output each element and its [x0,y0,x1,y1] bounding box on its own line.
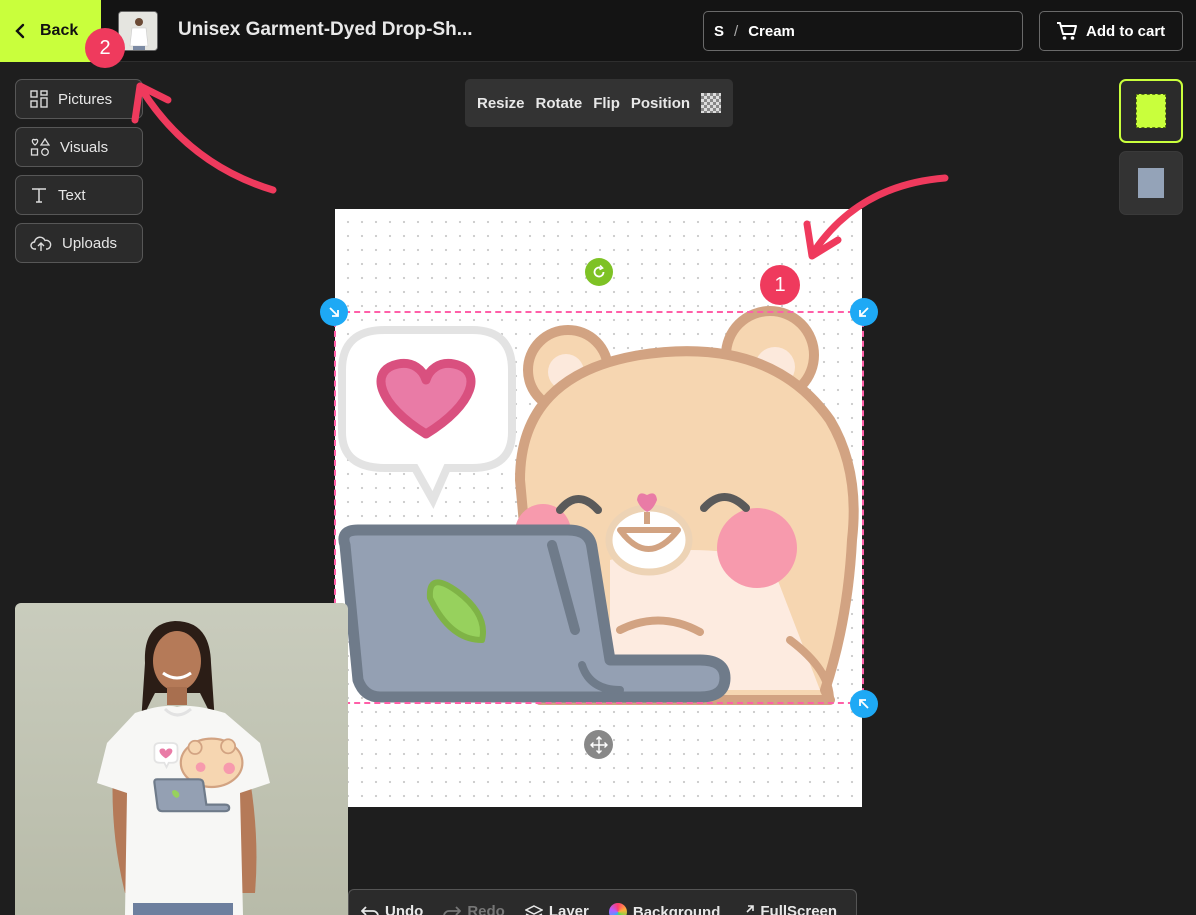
resize-handle-bottom-right[interactable] [850,690,878,718]
tool-text-label: Text [58,186,86,204]
tool-visuals-label: Visuals [60,138,109,156]
arrow-down-left-icon [859,307,869,317]
tool-visuals-button[interactable]: Visuals [15,127,143,167]
tool-uploads-button[interactable]: Uploads [15,223,143,263]
tshirt-mockup-preview[interactable] [15,603,348,915]
variant-selector[interactable]: S / Cream [703,11,1023,51]
annotation-badge-2: 2 [85,28,125,68]
redo-button[interactable]: Redo [443,903,505,915]
tool-pictures-button[interactable]: Pictures [15,79,143,119]
model-wearing-tshirt-image [97,621,270,915]
background-button[interactable]: Background [608,903,721,915]
layer-label: Layer [548,903,589,915]
resize-handle-top-right[interactable] [850,298,878,326]
back-swatch-fill [1138,168,1164,198]
add-to-cart-button[interactable]: Add to cart [1039,11,1183,51]
undo-icon [361,905,379,915]
transform-toolbar: Resize Rotate Flip Position [465,79,733,127]
background-label: Background [632,903,721,915]
shapes-icon [30,137,50,156]
redo-label: Redo [467,903,505,915]
variant-size: S [714,22,725,40]
tool-text-button[interactable]: Text [15,175,143,215]
header-bar: Back Unisex Garment-Dyed Drop-Sh... S / … [0,0,1196,62]
resize-button[interactable]: Resize [477,95,525,112]
move-arrows-icon [589,735,608,754]
expand-icon [746,904,755,913]
print-area-back-swatch[interactable] [1119,151,1183,215]
rotate-handle[interactable] [585,258,613,286]
redo-icon [443,905,462,915]
add-to-cart-label: Add to cart [1086,22,1166,40]
move-handle[interactable] [584,730,613,759]
variant-separator: / [734,22,739,40]
cloud-upload-icon [30,236,52,251]
color-wheel-icon [608,903,627,915]
fullscreen-label: FullScreen [760,903,838,915]
fullscreen-button[interactable]: FullScreen [740,903,837,915]
text-icon [32,188,46,203]
flip-button[interactable]: Flip [593,95,620,112]
resize-handle-top-left[interactable] [320,298,348,326]
back-label: Back [40,22,79,39]
rotate-button[interactable]: Rotate [536,95,583,112]
undo-button[interactable]: Undo [361,903,423,915]
front-swatch-fill [1136,94,1166,128]
undo-label: Undo [385,903,424,915]
product-title: Unisex Garment-Dyed Drop-Sh... [178,19,473,40]
rotate-icon [593,264,605,278]
selection-box [334,311,864,704]
print-area-front-swatch[interactable] [1119,79,1183,143]
arrow-down-right-icon [329,307,339,317]
position-button[interactable]: Position [631,95,690,112]
grid-icon [30,90,48,108]
cart-icon [1057,22,1077,40]
layer-button[interactable]: Layer [524,903,589,915]
annotation-badge-1: 1 [760,265,800,305]
arrow-up-left-icon [859,699,869,709]
variant-color: Cream [748,22,795,40]
chevron-left-icon [15,23,25,39]
layers-icon [524,904,543,915]
tool-uploads-label: Uploads [62,234,118,252]
bottom-action-bar: Undo Redo Layer Background FullScreen [348,889,857,915]
transparency-icon[interactable] [701,93,722,113]
tool-pictures-label: Pictures [58,90,113,108]
